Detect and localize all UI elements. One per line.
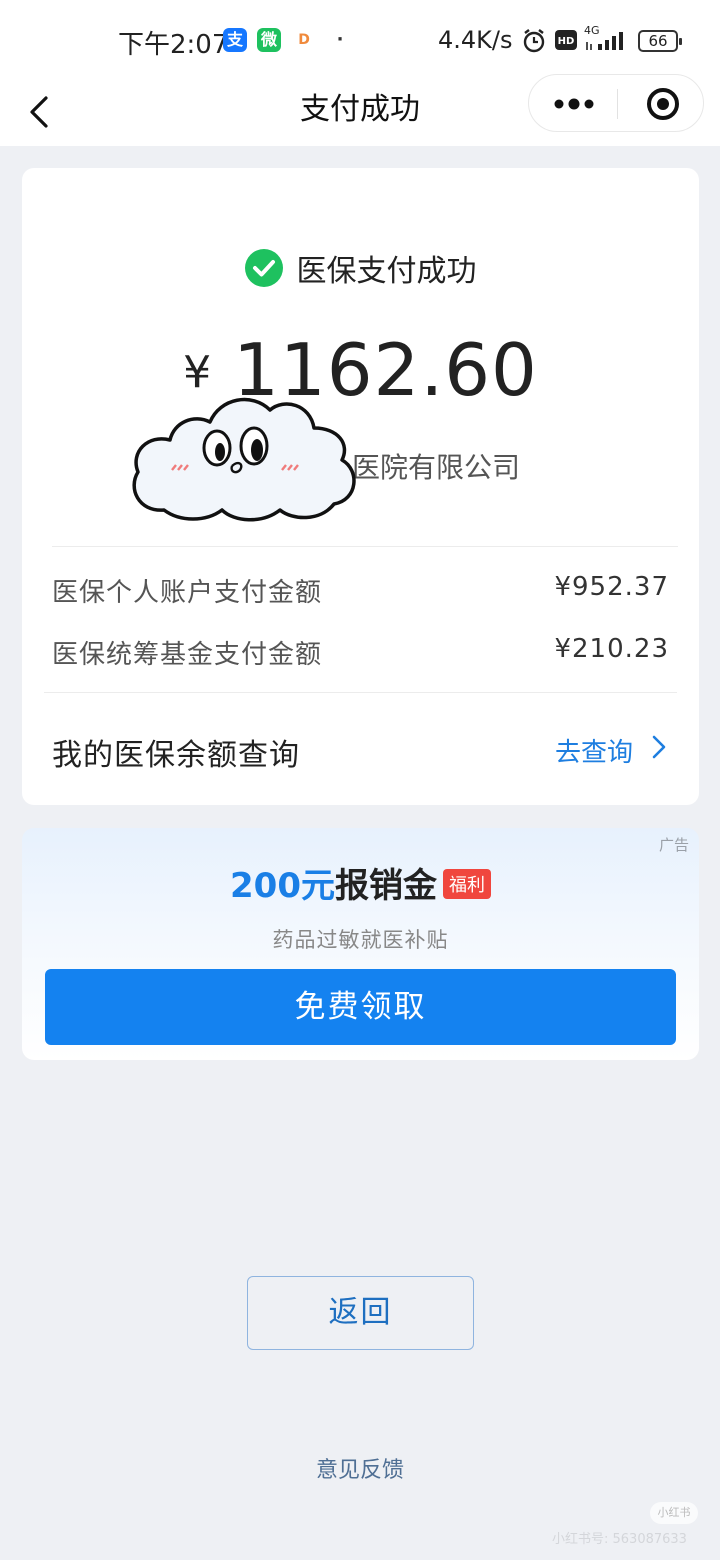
more-dots-icon [554,98,594,110]
merchant-name: 医院有限公司 [352,451,521,484]
ad-badge: 福利 [442,869,491,899]
alarm-icon [523,29,545,53]
svg-text:HD: HD [558,36,575,47]
detail-row-personal: 医保个人账户支付金额 ¥952.37 [52,572,669,612]
detail-value: ¥210.23 [554,634,669,664]
wechat-icon: 微 [257,28,281,52]
divider [44,692,677,693]
mini-program-capsule [528,74,704,132]
ad-tag: 广告 [658,836,689,854]
ad-card[interactable]: 广告 200元报销金 福利 药品过敏就医补贴 免费领取 [22,828,699,1060]
balance-query-label: 我的医保余额查询 [52,738,300,773]
detail-row-fund: 医保统筹基金支付金额 ¥210.23 [52,634,669,674]
check-circle-icon [244,249,283,287]
feedback-link[interactable]: 意见反馈 [0,1452,720,1484]
success-row: 医保支付成功 [22,246,699,290]
watermark-text: 小红书号: 563087633 [552,1532,687,1547]
ad-amount: 200元 [230,866,335,906]
close-button[interactable] [618,75,705,133]
detail-label: 医保统筹基金支付金额 [52,640,323,670]
battery-indicator: 66 [638,30,682,52]
nav-bar: 支付成功 [0,74,720,146]
balance-query-row[interactable]: 我的医保余额查询 去查询 [52,730,669,774]
ad-subtitle: 药品过敏就医补贴 [272,928,449,952]
claim-button[interactable]: 免费领取 [45,969,676,1045]
status-bar: 下午2:07 支 微 D · 4.4K/s HD 4G 66 [0,0,720,78]
status-time: 下午2:07 [118,30,229,60]
more-button[interactable] [529,75,617,133]
divider [52,546,678,547]
return-button[interactable]: 返回 [247,1276,474,1350]
payment-result-card: 医保支付成功 ¥1162.60 医院有限公司 医保个人账户支付金额 ¥952.3… [22,168,699,805]
net-speed: 4.4K/s [438,26,513,54]
chevron-right-icon [652,735,666,759]
watermark-logo: 小红书 [650,1502,698,1524]
success-text: 医保支付成功 [296,254,477,289]
ad-title: 报销金 [334,866,437,906]
balance-query-link[interactable]: 去查询 [555,732,633,769]
detail-value: ¥952.37 [554,572,669,602]
ad-title-row: 200元报销金 福利 [22,858,699,907]
notification-dot-icon: · [336,29,344,50]
alipay-icon: 支 [223,28,247,52]
hd-icon: HD [555,30,577,50]
detail-label: 医保个人账户支付金额 [52,578,323,608]
signal-icon [586,32,623,50]
close-target-icon [647,88,679,120]
didi-icon: D [298,32,310,48]
cloud-sticker-icon [132,397,356,522]
